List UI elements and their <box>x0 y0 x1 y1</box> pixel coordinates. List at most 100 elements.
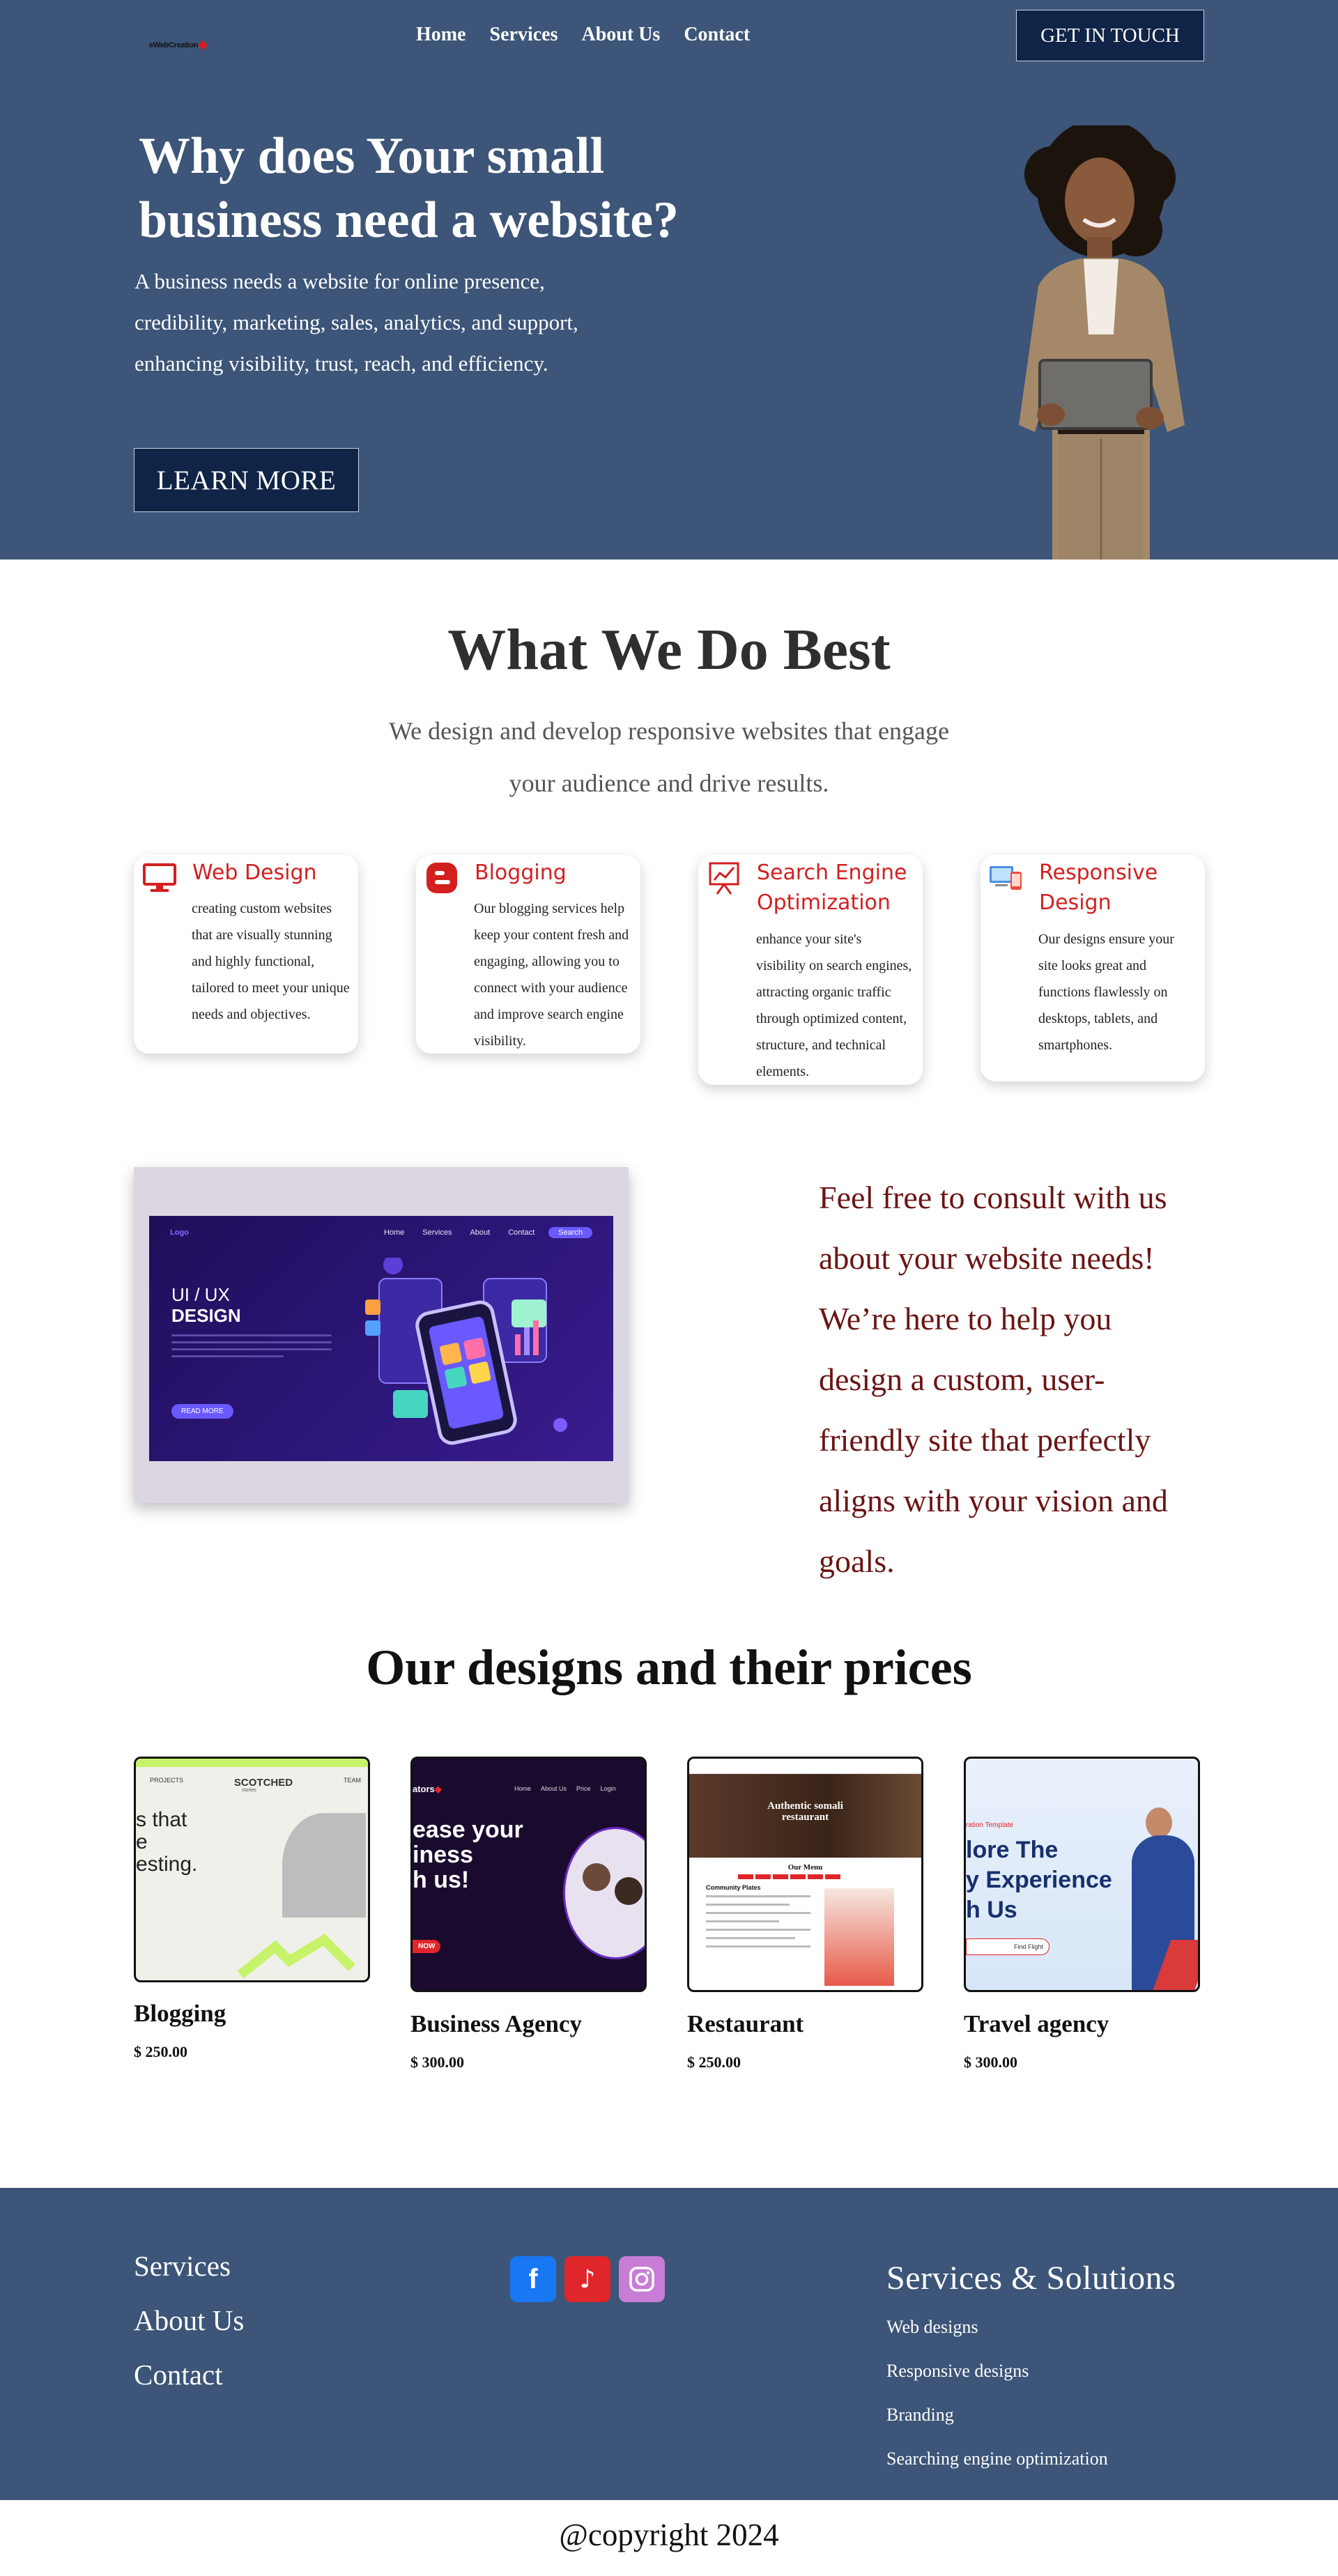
thumb-headline-line: esting. <box>136 1853 198 1876</box>
footer-link-contact[interactable]: Contact <box>134 2358 223 2391</box>
service-description: creating custom websites that are visual… <box>192 895 359 1028</box>
thumb-brand: SCOTCHED <box>233 1777 293 1789</box>
service-line: Our blogging services help <box>474 901 625 916</box>
service-title: Search Engine Optimization <box>757 858 917 918</box>
service-line: elements. <box>756 1064 810 1079</box>
nav-services[interactable]: Services <box>490 24 558 46</box>
product-name: Business Agency <box>410 2010 583 2037</box>
service-description: Our designs ensure your site looks great… <box>1038 926 1206 1058</box>
service-description: enhance your site's visibility on search… <box>756 926 923 1085</box>
footer-solution-item[interactable]: Web designs <box>886 2317 978 2338</box>
thumb-nav-item: Price <box>576 1785 591 1792</box>
thumb-nav-item: Login <box>600 1785 616 1792</box>
footer-link-services[interactable]: Services <box>134 2249 231 2283</box>
business-agency-design-thumbnail[interactable]: ators◆ Home About Us Price Login ease yo… <box>410 1757 647 1992</box>
get-in-touch-button[interactable]: GET IN TOUCH <box>1016 10 1204 61</box>
thumb-cta: NOW <box>413 1940 441 1953</box>
consult-line: design a custom, user- <box>819 1362 1105 1397</box>
service-title: Web Design <box>192 861 317 885</box>
mockup-nav-item: Home <box>383 1228 405 1237</box>
hero-text-line: A business needs a website for online pr… <box>134 269 545 293</box>
logo-text: eWebCreation <box>149 41 199 49</box>
site-logo[interactable]: eWebCreation <box>149 40 212 51</box>
thumb-nav-item: About Us <box>541 1785 567 1792</box>
consult-line: Feel free to consult with us <box>819 1180 1167 1215</box>
footer-solutions-title: Services & Solutions <box>886 2260 1176 2297</box>
service-card-responsive-design: Responsive Design Our designs ensure you… <box>981 855 1205 1081</box>
thumb-headline-line: lore The <box>966 1837 1059 1863</box>
product-price: $ 300.00 <box>964 2053 1017 2071</box>
thumb-headline-line: s that <box>136 1808 187 1831</box>
service-line: smartphones. <box>1038 1038 1113 1053</box>
main-nav: Home Services About Us Contact <box>416 24 750 46</box>
facebook-icon[interactable]: f <box>510 2256 556 2302</box>
product-price: $ 250.00 <box>134 2043 187 2060</box>
service-line: engaging, allowing you to <box>474 954 620 969</box>
instagram-icon[interactable] <box>619 2256 665 2302</box>
hero-title-line: business need a website? <box>139 192 679 249</box>
consult-line: about your website needs! <box>819 1240 1155 1276</box>
service-line: visibility. <box>474 1033 526 1049</box>
thumb-nav-item: TEAM <box>343 1777 361 1784</box>
subtitle-line: your audience and drive results. <box>509 769 829 797</box>
mockup-screen: Logo Home Services About Contact Search … <box>149 1216 613 1461</box>
thumb-headline-line: ease your <box>413 1817 523 1843</box>
hero-section: eWebCreation Home Services About Us Cont… <box>0 0 1338 560</box>
thumb-menu-section: Community Plates <box>706 1884 761 1891</box>
product-price: $ 250.00 <box>687 2053 741 2071</box>
service-line: desktops, tablets, and <box>1038 1011 1158 1026</box>
monitor-icon <box>141 859 178 897</box>
service-line: visibility on search engines, <box>756 958 912 973</box>
mockup-nav-item: About <box>470 1228 491 1237</box>
thumb-headline-line: y Experience <box>966 1867 1112 1893</box>
copyright-text: @copyright 2024 <box>559 2517 779 2552</box>
thumb-hero-line: Authentic somali <box>767 1800 843 1812</box>
thumb-hero-text: Authentic somali restaurant <box>689 1800 921 1823</box>
thumb-headline-line: e <box>136 1830 148 1853</box>
service-card-blogging: Blogging Our blogging services help keep… <box>416 855 640 1054</box>
product-name: Restaurant <box>687 2010 804 2037</box>
thumb-brand: ators <box>413 1784 435 1794</box>
nav-about-us[interactable]: About Us <box>582 24 661 46</box>
travel-agency-design-thumbnail[interactable]: ration Template lore The y Experience h … <box>964 1757 1200 1992</box>
service-line: creating custom websites <box>192 901 332 916</box>
service-line: Our designs ensure your <box>1038 932 1174 947</box>
thumb-headline: ease your iness h us! <box>413 1817 523 1892</box>
learn-more-button[interactable]: LEARN MORE <box>134 448 359 512</box>
footer-solution-item[interactable]: Branding <box>886 2405 954 2425</box>
service-title: Blogging <box>475 861 567 885</box>
nav-home[interactable]: Home <box>416 24 466 46</box>
decorative-shapes <box>237 1934 355 1979</box>
tiktok-icon[interactable]: ♪ <box>564 2256 610 2302</box>
footer-link-about-us[interactable]: About Us <box>134 2304 244 2337</box>
blogging-design-thumbnail[interactable]: PROJECTS SCOTCHED TEAM stories s that e … <box>134 1757 370 1982</box>
thumb-brand-sub: stories <box>242 1788 256 1793</box>
blogger-icon <box>423 859 461 897</box>
mockup-nav-item: Contact <box>508 1228 535 1237</box>
nav-contact[interactable]: Contact <box>684 24 750 46</box>
footer-solution-item[interactable]: Responsive designs <box>886 2361 1029 2382</box>
logo-mark <box>198 40 208 51</box>
restaurant-design-thumbnail[interactable]: Authentic somali restaurant Our Menu Com… <box>687 1757 923 1992</box>
footer-solution-item[interactable]: Searching engine optimization <box>886 2448 1108 2469</box>
ui-ux-mockup-image: Logo Home Services About Contact Search … <box>134 1167 629 1503</box>
seo-chart-icon <box>705 859 743 897</box>
service-title-line: Search Engine <box>757 861 907 885</box>
service-card-seo: Search Engine Optimization enhance your … <box>698 855 923 1085</box>
service-title-line: Responsive <box>1039 861 1158 885</box>
service-line: and highly functional, <box>192 954 315 969</box>
hero-text-line: enhancing visibility, trust, reach, and … <box>134 351 548 376</box>
product-name: Blogging <box>134 2000 226 2027</box>
service-line: connect with your audience <box>474 980 628 996</box>
thumb-cta: Find Flight <box>1013 1943 1043 1950</box>
thumb-headline: lore The y Experience h Us <box>966 1835 1112 1925</box>
service-line: functions flawlessly on <box>1038 985 1168 1000</box>
site-footer <box>0 2188 1338 2500</box>
service-title: Responsive Design <box>1039 858 1199 918</box>
service-line: enhance your site's <box>756 932 862 947</box>
thumb-headline-line: h us! <box>413 1867 470 1893</box>
hero-title-line: Why does Your small <box>139 128 605 185</box>
subtitle-line: We design and develop responsive website… <box>389 717 949 745</box>
product-name: Travel agency <box>964 2010 1109 2037</box>
consult-line: friendly site that perfectly <box>819 1422 1151 1458</box>
